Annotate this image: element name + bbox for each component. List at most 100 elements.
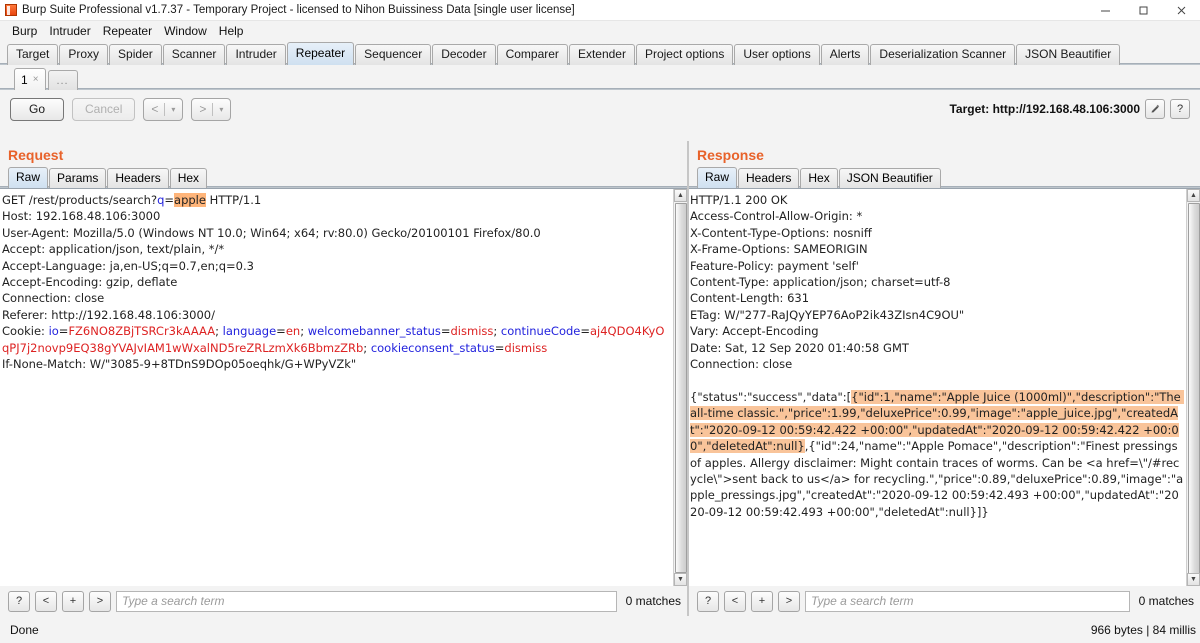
- response-body-segment: {"status":"success","data":[: [690, 389, 852, 404]
- request-search-next-button[interactable]: >: [89, 590, 111, 612]
- burp-logo-icon: [5, 4, 17, 16]
- response-tab-hex[interactable]: Hex: [800, 168, 838, 188]
- request-tab-hex[interactable]: Hex: [169, 168, 208, 188]
- request-text-segment: =: [276, 324, 286, 339]
- chevron-down-icon: ▾: [171, 104, 176, 114]
- go-button[interactable]: Go: [10, 97, 64, 121]
- tab-deserialization-scanner[interactable]: Deserialization Scanner: [870, 44, 1016, 65]
- request-search-add-button[interactable]: +: [62, 590, 84, 612]
- forward-button[interactable]: > ▾: [191, 97, 232, 121]
- request-raw-text[interactable]: GET /rest/products/search?q=apple HTTP/1…: [0, 189, 673, 586]
- request-tab-raw[interactable]: Raw: [8, 167, 49, 188]
- tab-scanner[interactable]: Scanner: [162, 44, 226, 65]
- tab-target[interactable]: Target: [7, 44, 59, 65]
- menu-item-burp[interactable]: Burp: [6, 22, 43, 40]
- scroll-down-icon[interactable]: ▼: [1187, 573, 1200, 586]
- response-search-bar: ? < + > Type a search term 0 matches: [687, 586, 1200, 616]
- request-search-input[interactable]: Type a search term: [116, 590, 617, 612]
- request-search-bar: ? < + > Type a search term 0 matches: [0, 586, 687, 616]
- response-search-prev-button[interactable]: <: [724, 590, 746, 612]
- pane-divider[interactable]: [687, 141, 689, 616]
- response-raw-text[interactable]: HTTP/1.1 200 OK Access-Control-Allow-Ori…: [687, 189, 1186, 586]
- burp-suite-window: Burp Suite Professional v1.7.37 - Tempor…: [0, 0, 1200, 643]
- response-tab-headers[interactable]: Headers: [738, 168, 800, 188]
- scroll-up-icon[interactable]: ▲: [1187, 189, 1200, 202]
- title-bar: Burp Suite Professional v1.7.37 - Tempor…: [0, 0, 1200, 21]
- tab-json-beautifier[interactable]: JSON Beautifier: [1016, 44, 1121, 65]
- menu-item-intruder[interactable]: Intruder: [43, 22, 96, 40]
- request-text-segment: Accept-Language: ja,en-US;q=0.7,en;q=0.3: [2, 258, 254, 273]
- chevron-down-icon: ▾: [219, 104, 224, 114]
- tab-extender[interactable]: Extender: [568, 44, 635, 65]
- repeater-tab-1[interactable]: 1 ×: [14, 68, 46, 90]
- divider: [212, 102, 214, 116]
- request-text-segment: en: [285, 324, 301, 339]
- request-text-segment: ;: [493, 324, 501, 339]
- request-text-segment: User-Agent: Mozilla/5.0 (Windows NT 10.0…: [2, 225, 541, 240]
- pencil-icon[interactable]: [1145, 99, 1165, 119]
- close-icon[interactable]: [1162, 0, 1200, 21]
- response-tab-raw[interactable]: Raw: [697, 167, 738, 188]
- menu-item-window[interactable]: Window: [158, 22, 213, 40]
- tab-decoder[interactable]: Decoder: [432, 44, 496, 65]
- menu-item-repeater[interactable]: Repeater: [97, 22, 158, 40]
- scroll-thumb[interactable]: [1188, 203, 1200, 577]
- tab-sequencer[interactable]: Sequencer: [355, 44, 432, 65]
- tab-project-options[interactable]: Project options: [635, 44, 734, 65]
- request-text-segment: Accept-Encoding: gzip, deflate: [2, 275, 178, 290]
- request-title: Request: [8, 147, 64, 163]
- tab-spider[interactable]: Spider: [109, 44, 162, 65]
- request-text-segment: Referer: http://192.168.48.106:3000/: [2, 307, 215, 322]
- close-icon[interactable]: ×: [33, 74, 39, 85]
- response-editor[interactable]: HTTP/1.1 200 OK Access-Control-Allow-Ori…: [687, 188, 1200, 586]
- tab-comparer[interactable]: Comparer: [496, 44, 568, 65]
- back-button[interactable]: < ▾: [143, 97, 184, 121]
- menu-bar: Burp Intruder Repeater Window Help: [0, 21, 1200, 41]
- response-search-help-button[interactable]: ?: [697, 590, 719, 612]
- request-text-segment: Accept: application/json, text/plain, */…: [2, 242, 225, 257]
- status-text: Done: [10, 622, 39, 637]
- repeater-tab-label: 1: [21, 72, 28, 87]
- request-editor[interactable]: GET /rest/products/search?q=apple HTTP/1…: [0, 188, 687, 586]
- request-search-prev-button[interactable]: <: [35, 590, 57, 612]
- tab-proxy[interactable]: Proxy: [59, 44, 109, 65]
- window-controls: [1086, 0, 1200, 21]
- repeater-toolbar: Go Cancel < ▾ > ▾ Target: http://192.168…: [0, 90, 1200, 128]
- scroll-thumb[interactable]: [675, 203, 687, 573]
- tab-repeater[interactable]: Repeater: [286, 42, 355, 65]
- scroll-down-icon[interactable]: ▼: [674, 573, 687, 586]
- maximize-icon[interactable]: [1124, 0, 1162, 21]
- response-headers-text: HTTP/1.1 200 OK Access-Control-Allow-Ori…: [690, 193, 965, 372]
- target-label: Target: http://192.168.48.106:3000: [949, 102, 1140, 116]
- cancel-button: Cancel: [72, 97, 136, 121]
- request-search-help-button[interactable]: ?: [8, 590, 30, 612]
- tab-user-options[interactable]: User options: [734, 44, 820, 65]
- forward-label: >: [199, 102, 207, 116]
- request-tab-headers[interactable]: Headers: [107, 168, 169, 188]
- response-search-add-button[interactable]: +: [751, 590, 773, 612]
- request-text-segment: Host: 192.168.48.106:3000: [2, 209, 161, 224]
- response-scrollbar[interactable]: ▲ ▼: [1186, 189, 1200, 586]
- request-tab-params[interactable]: Params: [49, 168, 107, 188]
- question-mark-icon[interactable]: ?: [1170, 99, 1190, 119]
- response-search-next-button[interactable]: >: [778, 590, 800, 612]
- response-search-input[interactable]: Type a search term: [805, 590, 1130, 612]
- scroll-up-icon[interactable]: ▲: [674, 189, 687, 202]
- tab-intruder[interactable]: Intruder: [226, 44, 286, 65]
- request-text-segment: io: [48, 324, 59, 339]
- response-tab-json-beautifier[interactable]: JSON Beautifier: [838, 168, 941, 188]
- minimize-icon[interactable]: [1086, 0, 1124, 21]
- request-text-segment: GET /rest/products/search?: [2, 193, 158, 207]
- request-pane: Request Raw Params Headers Hex GET /rest/pr…: [0, 141, 687, 616]
- request-text-segment: ;: [215, 324, 223, 339]
- request-text-segment: =: [164, 193, 175, 207]
- request-text-segment: continueCode: [500, 324, 581, 339]
- request-text-segment: apple: [174, 193, 206, 207]
- request-text-segment: =: [494, 340, 505, 355]
- add-repeater-tab-button[interactable]: ...: [47, 70, 78, 90]
- menu-item-help[interactable]: Help: [213, 22, 250, 40]
- request-scrollbar[interactable]: ▲ ▼: [673, 189, 687, 586]
- request-text-segment: If-None-Match: W/"3085-9+8TDnS9DOp05oeqh…: [2, 357, 357, 372]
- response-title: Response: [697, 147, 764, 163]
- tab-alerts[interactable]: Alerts: [820, 44, 870, 65]
